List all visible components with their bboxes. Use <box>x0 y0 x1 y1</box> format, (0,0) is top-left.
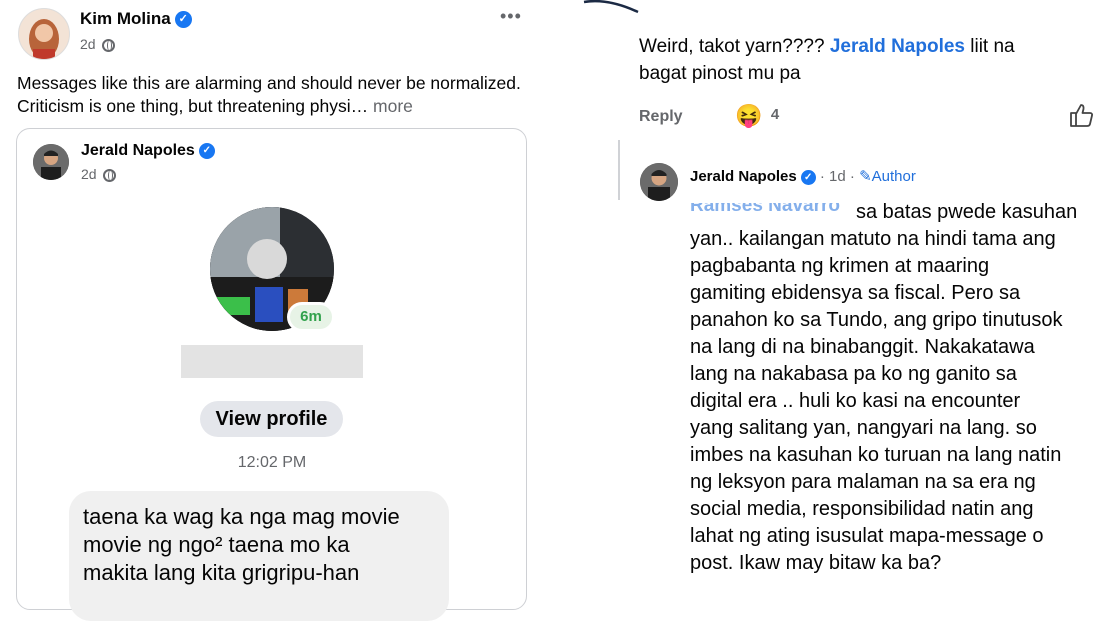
story-badge: 6m <box>287 302 335 332</box>
shared-post-card[interactable]: Jerald Napoles ✓ 2d 6m View profile 12:02… <box>16 128 527 621</box>
laughing-emoji-icon: 😝 <box>735 103 763 128</box>
reply-text: sa batas pwede kasuhan yan.. kailangan m… <box>690 199 1120 577</box>
shared-post-time[interactable]: 2d <box>81 166 97 182</box>
reply-author-avatar[interactable] <box>640 163 678 201</box>
post-body: Messages like this are alarming and shou… <box>17 73 521 116</box>
reply-line: ng leksyon para malaman na sa era ng <box>690 471 1036 493</box>
post-meta: 2d <box>80 36 116 52</box>
see-more-link[interactable]: more <box>373 96 413 116</box>
reply-author-name[interactable]: Jerald Napoles <box>690 168 797 185</box>
reply-line: na lang di na binabanggit. Nakakatawa <box>690 336 1035 358</box>
comment-line-2: bagat pinost mu pa <box>639 63 801 84</box>
post-text: Messages like this are alarming and shou… <box>17 72 537 118</box>
reply-line: yan.. kailangan matuto na hindi tama ang <box>690 228 1056 250</box>
parent-comment-text: Weird, takot yarn???? Jerald Napoles lii… <box>639 33 1109 87</box>
message-line: movie ng ngo² taena mo ka <box>83 532 350 557</box>
reply-time[interactable]: · 1d · <box>820 168 855 185</box>
reaction-count: 4 <box>770 106 780 123</box>
verified-badge-icon: ✓ <box>800 169 816 185</box>
left-post: Kim Molina ✓ 2d ••• Messages like this ar… <box>0 0 545 621</box>
redacted-name-block <box>181 345 363 378</box>
reply-line: post. Ikaw may bitaw ka ba? <box>690 552 942 574</box>
globe-icon <box>103 168 117 182</box>
kim-molina-avatar[interactable] <box>18 8 70 60</box>
post-author-line: Kim Molina ✓ <box>80 9 192 29</box>
reply-button[interactable]: Reply <box>639 108 683 126</box>
comment-text-end: liit na <box>964 36 1015 57</box>
thread-connector <box>618 140 620 200</box>
globe-icon <box>102 38 116 52</box>
reply-line: digital era .. huli ko kasi na encounter <box>690 390 1021 412</box>
message-timestamp: 12:02 PM <box>237 454 307 471</box>
like-thumb-icon[interactable] <box>1068 102 1094 128</box>
jerald-napoles-avatar[interactable] <box>33 144 69 180</box>
mention-link[interactable]: Jerald Napoles <box>830 36 965 57</box>
shared-post-meta: 2d <box>81 166 117 182</box>
reply-line: imbes na kasuhan ko turuan na lang natin <box>690 444 1062 466</box>
verified-badge-icon: ✓ <box>174 11 192 29</box>
reply-line: lahat ng ating isusulat mapa-message o <box>690 525 1044 547</box>
decorative-curve <box>583 0 639 14</box>
reply-line: gamiting ebidensya sa fiscal. Pero sa <box>690 282 1021 304</box>
view-profile-button[interactable]: View profile <box>200 401 343 437</box>
reply-line: lang na nakabasa pa ko ng ganito sa <box>690 363 1017 385</box>
pencil-icon: ✎ <box>859 168 872 185</box>
post-author-name[interactable]: Kim Molina <box>80 9 171 28</box>
post-time[interactable]: 2d <box>80 36 96 52</box>
comment-thread: Weird, takot yarn???? Jerald Napoles lii… <box>578 0 1120 588</box>
reply-header: Jerald Napoles ✓ · 1d · ✎Author <box>690 167 916 185</box>
reply-line: social media, responsibilidad natin ang <box>690 498 1034 520</box>
shared-author-name[interactable]: Jerald Napoles <box>81 142 195 159</box>
post-menu-icon[interactable]: ••• <box>500 6 522 27</box>
message-line: taena ka wag ka nga mag movie <box>83 504 400 529</box>
author-badge: Author <box>871 168 916 185</box>
reaction-summary[interactable]: 😝 4 <box>735 103 779 129</box>
message-line: makita lang kita grigripu-han <box>83 560 360 585</box>
shared-author-line: Jerald Napoles ✓ <box>81 142 215 160</box>
message-bubble[interactable]: taena ka wag ka nga mag movie movie ng n… <box>69 491 449 621</box>
comment-text-start: Weird, takot yarn???? <box>639 36 830 57</box>
verified-badge-icon: ✓ <box>198 142 215 159</box>
reply-line: yang salitang yan, nangyari na lang. so <box>690 417 1037 439</box>
reply-line: pagbabanta ng krimen at maaring <box>690 255 990 277</box>
story-badge-text: 6m <box>300 308 322 325</box>
reply-line: sa batas pwede kasuhan <box>856 201 1078 223</box>
reply-line: panahon ko sa Tundo, ang gripo tinutusok <box>690 309 1063 331</box>
